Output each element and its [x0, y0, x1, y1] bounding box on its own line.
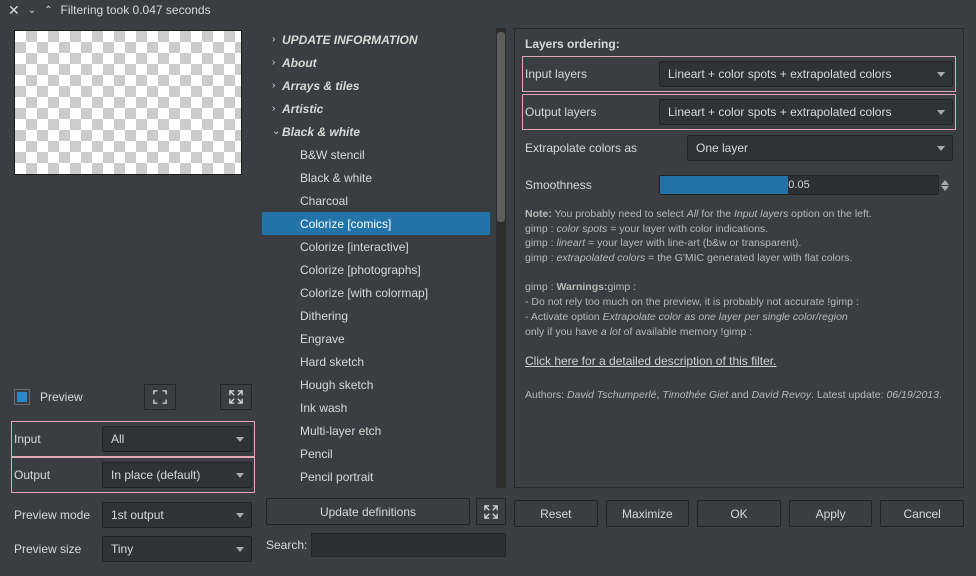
- zoom-expand-button[interactable]: [220, 384, 252, 410]
- input-select[interactable]: All: [102, 426, 252, 452]
- chevron-down-icon[interactable]: ⌄: [28, 5, 36, 16]
- preview-size-label: Preview size: [14, 542, 102, 556]
- search-label: Search:: [266, 538, 307, 552]
- smoothness-down[interactable]: [941, 186, 949, 191]
- preview-image[interactable]: [14, 30, 242, 175]
- apply-button[interactable]: Apply: [789, 500, 873, 527]
- smoothness-slider[interactable]: 0.05: [659, 175, 939, 195]
- layers-ordering-heading: Layers ordering:: [525, 37, 953, 51]
- tree-filter-item[interactable]: Colorize [comics]: [262, 212, 490, 235]
- extrapolate-select[interactable]: One layer: [687, 135, 953, 161]
- close-icon[interactable]: ✕: [8, 2, 20, 19]
- preview-mode-label: Preview mode: [14, 508, 102, 522]
- window-title: Filtering took 0.047 seconds: [61, 3, 211, 17]
- smoothness-up[interactable]: [941, 180, 949, 185]
- tree-filter-item[interactable]: Dithering: [262, 304, 496, 327]
- tree-filter-item[interactable]: Multi-layer etch: [262, 419, 496, 442]
- tree-filter-item[interactable]: Engrave: [262, 327, 496, 350]
- tree-filter-item[interactable]: Hough sketch: [262, 373, 496, 396]
- tree-category[interactable]: ›UPDATE INFORMATION: [262, 28, 496, 51]
- tree-category[interactable]: ›Arrays & tiles: [262, 74, 496, 97]
- authors-text: Authors: David Tschumperlé, Timothée Gie…: [525, 388, 953, 403]
- ok-button[interactable]: OK: [697, 500, 781, 527]
- update-definitions-button[interactable]: Update definitions: [266, 498, 470, 525]
- preview-checkbox[interactable]: [14, 389, 30, 405]
- reset-button[interactable]: Reset: [514, 500, 598, 527]
- input-layers-select[interactable]: Lineart + color spots + extrapolated col…: [659, 61, 953, 87]
- tree-filter-item[interactable]: Black & white: [262, 166, 496, 189]
- tree-filter-item[interactable]: Charcoal: [262, 189, 496, 212]
- input-label: Input: [14, 432, 102, 446]
- tree-filter-item[interactable]: Pencil: [262, 442, 496, 465]
- input-layers-label: Input layers: [525, 67, 659, 81]
- description-link[interactable]: Click here for a detailed description of…: [525, 354, 776, 368]
- tree-filter-item[interactable]: Colorize [interactive]: [262, 235, 496, 258]
- preview-size-select[interactable]: Tiny: [102, 536, 252, 562]
- maximize-button[interactable]: Maximize: [606, 500, 690, 527]
- preview-label: Preview: [40, 390, 83, 404]
- tree-category[interactable]: ⌄Black & white: [262, 120, 496, 143]
- tree-category[interactable]: ›Artistic: [262, 97, 496, 120]
- output-select[interactable]: In place (default): [102, 462, 252, 488]
- output-layers-select[interactable]: Lineart + color spots + extrapolated col…: [659, 99, 953, 125]
- tree-filter-item[interactable]: Colorize [photographs]: [262, 258, 496, 281]
- filter-notes: Note: You probably need to select All fo…: [525, 207, 953, 339]
- search-input[interactable]: [311, 533, 506, 557]
- tree-category[interactable]: ›About: [262, 51, 496, 74]
- tree-filter-item[interactable]: Hard sketch: [262, 350, 496, 373]
- extrapolate-label: Extrapolate colors as: [525, 141, 687, 155]
- tree-filter-item[interactable]: B&W stencil: [262, 143, 496, 166]
- zoom-fit-button[interactable]: [144, 384, 176, 410]
- chevron-up-icon[interactable]: ⌃: [44, 5, 52, 16]
- output-label: Output: [14, 468, 102, 482]
- output-layers-label: Output layers: [525, 105, 659, 119]
- cancel-button[interactable]: Cancel: [880, 500, 964, 527]
- expand-all-button[interactable]: [476, 498, 506, 525]
- tree-filter-item[interactable]: Colorize [with colormap]: [262, 281, 496, 304]
- tree-filter-item[interactable]: Pencil portrait: [262, 465, 496, 488]
- smoothness-label: Smoothness: [525, 178, 659, 192]
- preview-mode-select[interactable]: 1st output: [102, 502, 252, 528]
- tree-filter-item[interactable]: Ink wash: [262, 396, 496, 419]
- tree-scrollbar[interactable]: [496, 28, 506, 488]
